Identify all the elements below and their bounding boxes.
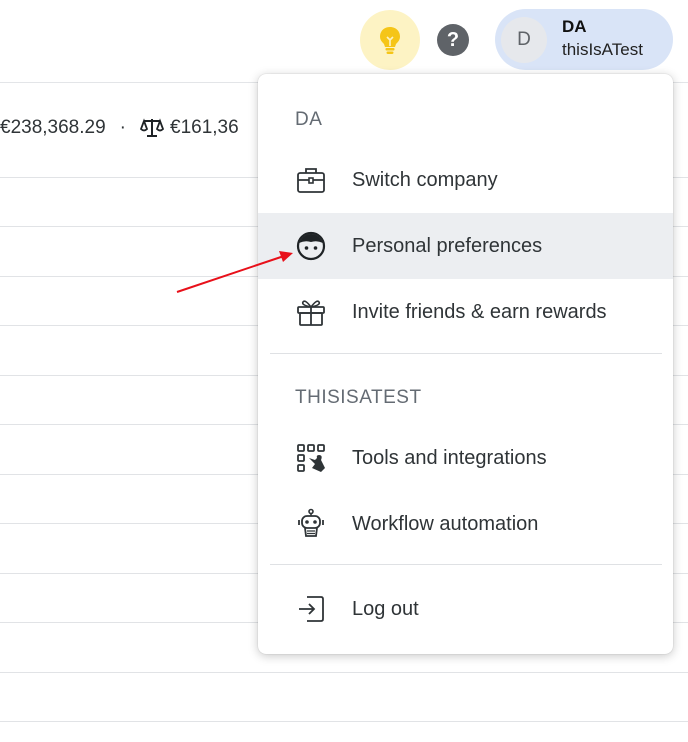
menu-item-label: Switch company: [352, 168, 498, 191]
menu-item-log-out[interactable]: Log out: [258, 576, 673, 642]
separator-dot: ·: [119, 117, 126, 138]
robot-icon: [298, 508, 324, 537]
balance-amount: €161,36: [170, 117, 239, 138]
help-button[interactable]: ?: [437, 24, 469, 56]
balance-scale-icon: [140, 118, 164, 137]
account-initials: DA: [562, 17, 587, 36]
table-row-divider: [0, 672, 688, 673]
total-amount: €238,368.29: [0, 117, 106, 138]
table-row-divider: [0, 721, 688, 722]
menu-item-label: Log out: [352, 597, 419, 620]
menu-item-switch-company[interactable]: Switch company: [258, 147, 673, 213]
tips-lightbulb-button[interactable]: [360, 10, 420, 70]
menu-item-personal-preferences[interactable]: Personal preferences: [258, 213, 673, 279]
logout-icon: [299, 596, 324, 622]
avatar: D: [501, 17, 547, 63]
menu-divider: [270, 353, 662, 354]
menu-item-label: Workflow automation: [352, 512, 539, 535]
menu-item-label: Personal preferences: [352, 234, 543, 257]
gift-icon: [297, 300, 325, 326]
help-icon: ?: [446, 28, 460, 51]
account-menu-button[interactable]: D DA thisIsATest: [495, 9, 673, 70]
account-dropdown-menu: DA Switch company Personal preferences I…: [258, 74, 673, 654]
menu-item-label: Invite friends & earn rewards: [352, 300, 607, 323]
menu-divider: [270, 564, 662, 565]
menu-item-invite-friends[interactable]: Invite friends & earn rewards: [258, 279, 673, 345]
menu-item-tools-integrations[interactable]: Tools and integrations: [258, 425, 673, 491]
menu-item-workflow-automation[interactable]: Workflow automation: [258, 491, 673, 557]
totals-summary: €238,368.29 · €161,36: [0, 117, 239, 139]
lightbulb-icon: [380, 27, 400, 54]
briefcase-icon: [297, 168, 325, 193]
menu-item-label: Tools and integrations: [352, 446, 547, 469]
person-face-icon: [296, 231, 326, 261]
personal-section-title: DA: [295, 109, 323, 130]
tools-icon: [297, 444, 325, 472]
account-company-name: thisIsATest: [562, 40, 643, 59]
avatar-letter: D: [517, 29, 531, 50]
company-section-title: THISISATEST: [295, 387, 422, 408]
